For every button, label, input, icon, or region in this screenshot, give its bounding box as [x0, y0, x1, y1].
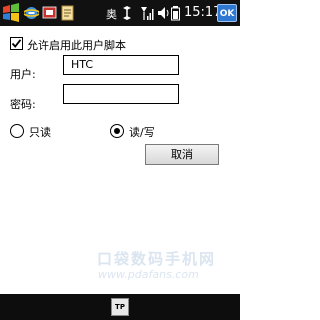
username-label: 用户:: [10, 68, 36, 81]
enable-user-script-checkbox[interactable]: [10, 37, 23, 50]
username-field[interactable]: HTC: [63, 55, 179, 75]
read-write-radio[interactable]: [110, 124, 124, 138]
watermark-url: www.pdafans.com: [98, 268, 199, 281]
read-write-label: 读/写: [129, 126, 155, 139]
internet-explorer-icon[interactable]: [24, 4, 39, 21]
connectivity-icon[interactable]: [120, 5, 134, 21]
volume-icon[interactable]: [156, 5, 170, 21]
password-field[interactable]: [63, 84, 179, 104]
checkmark-icon: [11, 39, 22, 48]
watermark-site-name: 口袋数码手机网: [97, 250, 217, 268]
input-panel-button[interactable]: TP: [111, 298, 129, 316]
password-label: 密码:: [10, 98, 36, 111]
notes-icon[interactable]: [60, 4, 75, 21]
battery-icon[interactable]: [170, 5, 182, 21]
messaging-icon[interactable]: [42, 4, 57, 21]
radio-selected-dot: [114, 128, 120, 134]
signal-icon[interactable]: [140, 5, 154, 21]
softkey-bar: TP: [0, 294, 240, 320]
status-bar: 奥 15:17 OK: [0, 0, 240, 26]
start-icon[interactable]: [1, 2, 21, 24]
window-title: 奥: [106, 8, 117, 21]
read-only-label: 只读: [29, 126, 51, 139]
ok-button[interactable]: OK: [217, 4, 237, 22]
screen: 奥 15:17 OK 允许启用此用户脚本 用户: HTC 密码: 只读 读/写 …: [0, 0, 240, 320]
read-only-radio[interactable]: [10, 124, 24, 138]
enable-user-script-label: 允许启用此用户脚本: [27, 39, 126, 52]
cancel-button[interactable]: 取消: [145, 144, 219, 165]
clock[interactable]: 15:17: [184, 5, 221, 20]
